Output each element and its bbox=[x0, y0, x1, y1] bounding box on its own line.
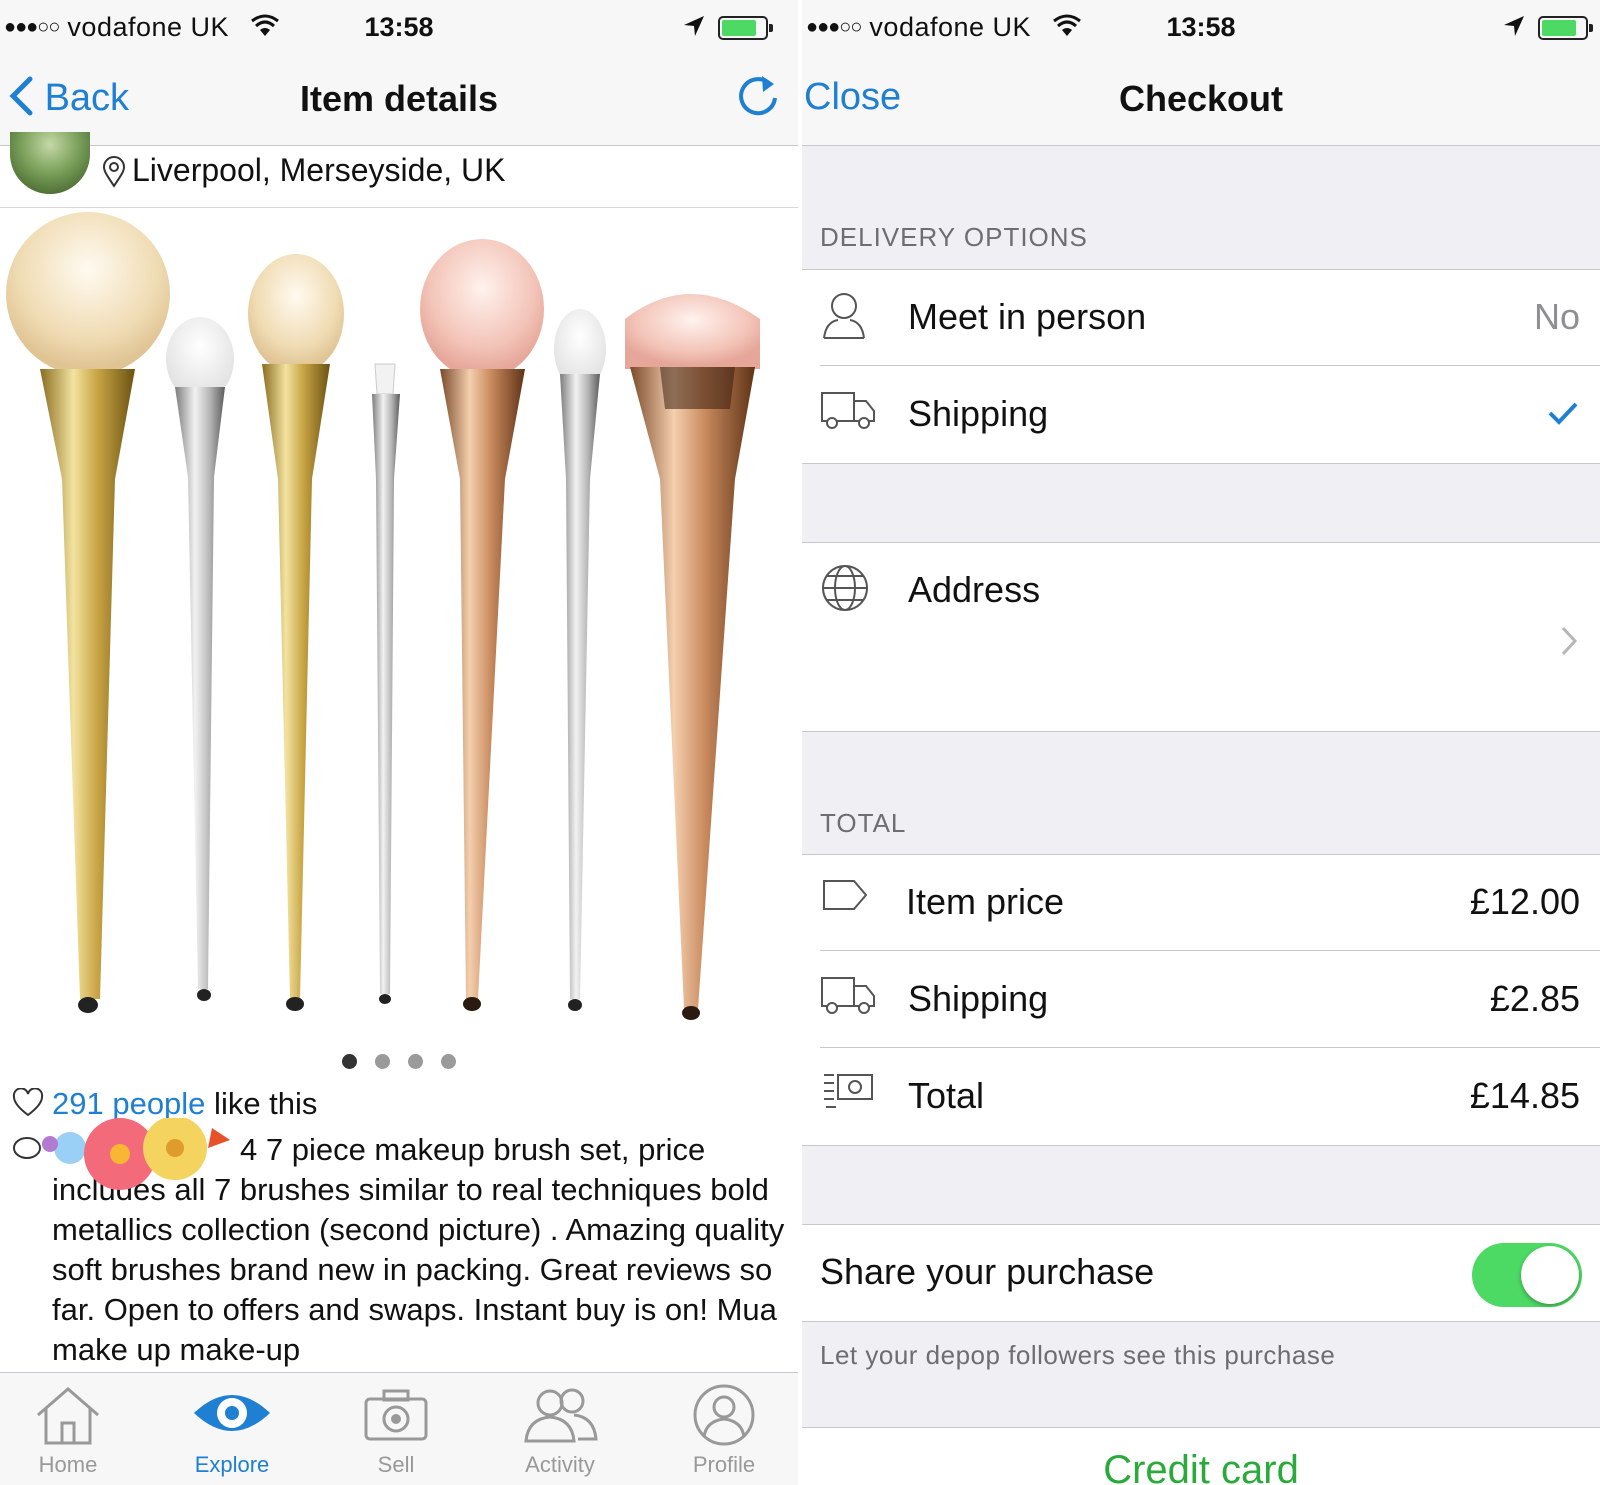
credit-card-button[interactable]: Credit card bbox=[802, 1448, 1600, 1485]
tab-label: Explore bbox=[194, 1452, 270, 1477]
likes-suffix: like this bbox=[205, 1086, 318, 1121]
globe-icon bbox=[822, 565, 868, 611]
heart-icon[interactable] bbox=[12, 1088, 44, 1118]
flower-sticker-icon bbox=[42, 1118, 230, 1190]
shipping-option-label: Shipping bbox=[908, 393, 1049, 434]
people-icon bbox=[524, 1388, 598, 1443]
home-icon bbox=[37, 1387, 99, 1445]
shipping-cost-label: Shipping bbox=[908, 978, 1049, 1019]
refresh-icon[interactable] bbox=[736, 72, 780, 120]
shipping-cost-value: £2.85 bbox=[1489, 978, 1580, 1019]
item-details-screen: ●●●○○ vodafone UK 13:58 Back Item detail… bbox=[0, 0, 798, 1485]
address-row[interactable]: Address bbox=[802, 542, 1600, 732]
shipping-option-row[interactable]: Shipping bbox=[802, 367, 1600, 463]
seller-avatar[interactable] bbox=[10, 132, 90, 194]
status-bar: ●●●○○ vodafone UK 13:58 bbox=[0, 0, 798, 52]
address-label: Address bbox=[908, 569, 1041, 610]
shipping-cost-row: Shipping £2.85 bbox=[802, 952, 1600, 1048]
share-purchase-row: Share your purchase bbox=[802, 1224, 1600, 1322]
meet-in-person-label: Meet in person bbox=[908, 296, 1147, 337]
battery-icon bbox=[718, 16, 773, 40]
meet-in-person-value: No bbox=[1533, 296, 1580, 337]
person-icon bbox=[693, 1384, 755, 1446]
page-dot[interactable] bbox=[408, 1054, 423, 1069]
total-header: TOTAL bbox=[820, 808, 907, 838]
address-row-inner: Address bbox=[802, 543, 1600, 656]
clock: 13:58 bbox=[364, 12, 434, 42]
share-footnote: Let your depop followers see this purcha… bbox=[820, 1340, 1336, 1370]
likes-row: 291 people like this bbox=[12, 1086, 317, 1122]
likes-count-link[interactable]: 291 people bbox=[52, 1086, 205, 1121]
item-price-label: Item price bbox=[906, 881, 1065, 922]
share-purchase-inner: Share your purchase bbox=[802, 1225, 1600, 1321]
tab-label: Activity bbox=[525, 1452, 595, 1477]
grand-total-row: Total £14.85 bbox=[802, 1049, 1600, 1145]
meet-in-person-row[interactable]: Meet in person No bbox=[802, 270, 1600, 366]
page-title: Checkout bbox=[1118, 78, 1284, 119]
tab-bar: Home Explore Sell Activity Profile bbox=[0, 1372, 798, 1485]
money-icon bbox=[824, 1074, 873, 1108]
tab-activity[interactable]: Activity bbox=[480, 1373, 640, 1485]
seller-row: Liverpool, Merseyside, UK bbox=[0, 132, 798, 208]
delivery-options-group: Meet in person No Shipping bbox=[802, 269, 1600, 464]
brush-set-image bbox=[6, 212, 760, 1020]
seller-location: Liverpool, Merseyside, UK bbox=[132, 152, 506, 188]
checkmark-icon bbox=[1548, 402, 1578, 425]
status-bar: ●●●○○ vodafone UK 13:58 bbox=[802, 0, 1600, 52]
tab-home[interactable]: Home bbox=[0, 1373, 148, 1485]
delivery-options-header: DELIVERY OPTIONS bbox=[820, 222, 1088, 252]
truck-icon bbox=[821, 977, 875, 1014]
tab-label: Profile bbox=[692, 1452, 756, 1477]
camera-icon bbox=[364, 1389, 428, 1441]
page-dot[interactable] bbox=[375, 1054, 390, 1069]
chevron-right-icon bbox=[1561, 626, 1578, 656]
location-arrow-icon bbox=[684, 16, 704, 36]
grand-total-label: Total bbox=[908, 1075, 985, 1116]
page-title: Item details bbox=[299, 78, 499, 119]
total-group: Item price £12.00 Shipping £2.85 Total £… bbox=[802, 854, 1600, 1146]
share-purchase-label: Share your purchase bbox=[820, 1251, 1155, 1292]
tab-sell[interactable]: Sell bbox=[316, 1373, 476, 1485]
tab-profile[interactable]: Profile bbox=[644, 1373, 798, 1485]
location-arrow-icon bbox=[1504, 16, 1524, 36]
tab-explore[interactable]: Explore bbox=[152, 1373, 312, 1485]
pin-icon bbox=[102, 156, 126, 188]
nav-bar: Back Item details bbox=[0, 52, 798, 146]
product-photo[interactable] bbox=[0, 209, 798, 1039]
page-dot[interactable] bbox=[342, 1054, 357, 1069]
page-indicator[interactable] bbox=[0, 1054, 798, 1074]
item-price-row: Item price £12.00 bbox=[802, 855, 1600, 951]
clock: 13:58 bbox=[1166, 12, 1236, 42]
checkout-screen: ●●●○○ vodafone UK 13:58 Close Checkout D… bbox=[802, 0, 1600, 1485]
truck-icon bbox=[821, 392, 875, 429]
item-price-value: £12.00 bbox=[1469, 881, 1580, 922]
person-icon bbox=[823, 293, 865, 339]
tab-label: Home bbox=[38, 1452, 98, 1477]
toggle-knob bbox=[1521, 1246, 1579, 1304]
share-purchase-toggle[interactable] bbox=[1472, 1243, 1582, 1307]
tag-icon bbox=[823, 880, 868, 910]
page-dot[interactable] bbox=[441, 1054, 456, 1069]
grand-total-value: £14.85 bbox=[1469, 1075, 1580, 1116]
tab-label: Sell bbox=[377, 1452, 415, 1477]
battery-icon bbox=[1538, 16, 1593, 40]
nav-bar: Close Checkout bbox=[802, 52, 1600, 146]
eye-icon bbox=[194, 1395, 270, 1431]
